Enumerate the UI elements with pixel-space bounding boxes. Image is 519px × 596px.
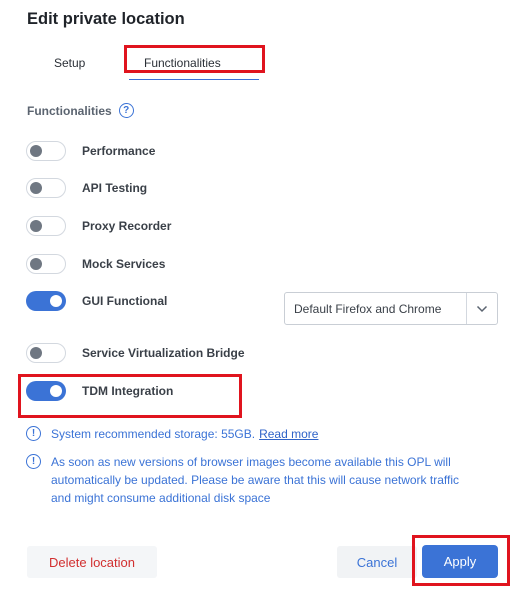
toggle-knob [30,181,42,194]
functionality-row-service-virtualization-bridge: Service Virtualization Bridge [26,342,245,364]
functionality-label: API Testing [82,181,148,195]
storage-info: ! System recommended storage: 55GB. Read… [26,425,318,443]
functionality-row-mock-services: Mock Services [26,253,165,275]
section-label-text: Functionalities [27,103,112,118]
toggle-knob [30,219,42,232]
info-circle-icon: ! [26,426,41,441]
functionality-row-proxy-recorder: Proxy Recorder [26,215,171,237]
toggle-service-virtualization-bridge[interactable] [26,343,66,363]
functionality-label: Service Virtualization Bridge [82,346,245,360]
update-info-line: automatically be updated. Please be awar… [51,473,459,487]
active-tab-indicator [129,79,259,80]
update-info: ! As soon as new versions of browser ima… [26,453,459,507]
functionality-row-api-testing: API Testing [26,177,147,199]
toggle-knob [30,144,42,157]
toggle-knob [30,346,42,359]
functionalities-section-label: Functionalities ? [27,103,134,118]
toggle-api-testing[interactable] [26,178,66,198]
functionality-label: GUI Functional [82,294,168,308]
toggle-mock-services[interactable] [26,254,66,274]
tab-bar: Setup Functionalities [0,45,519,85]
browser-select[interactable]: Default Firefox and Chrome [284,292,498,325]
toggle-gui-functional[interactable] [26,291,66,311]
tab-setup[interactable]: Setup [54,56,85,70]
info-circle-icon: ! [26,454,41,469]
cancel-button[interactable]: Cancel [337,546,417,578]
dialog-title: Edit private location [27,10,185,28]
chevron-down-icon[interactable] [467,305,497,313]
functionality-label: Mock Services [82,257,166,271]
highlight-box-tab [124,45,265,73]
question-circle-icon[interactable]: ? [118,103,134,118]
functionality-label: Proxy Recorder [82,219,172,233]
update-info-line: As soon as new versions of browser image… [51,455,451,469]
toggle-knob [50,295,62,307]
browser-select-value: Default Firefox and Chrome [294,301,442,316]
toggle-proxy-recorder[interactable] [26,216,66,236]
update-info-line: and might consume additional disk space [51,491,271,505]
functionality-row-gui-functional: GUI Functional [26,290,167,312]
highlight-box-tdm [18,374,242,418]
storage-info-text: System recommended storage: 55GB. [51,427,256,441]
toggle-performance[interactable] [26,141,66,161]
update-info-text: As soon as new versions of browser image… [51,453,459,507]
read-more-link[interactable]: Read more [259,425,318,443]
functionality-row-performance: Performance [26,140,155,162]
toggle-knob [30,257,42,270]
functionality-label: Performance [82,144,156,158]
highlight-box-apply [412,535,510,586]
delete-location-button[interactable]: Delete location [27,546,157,578]
